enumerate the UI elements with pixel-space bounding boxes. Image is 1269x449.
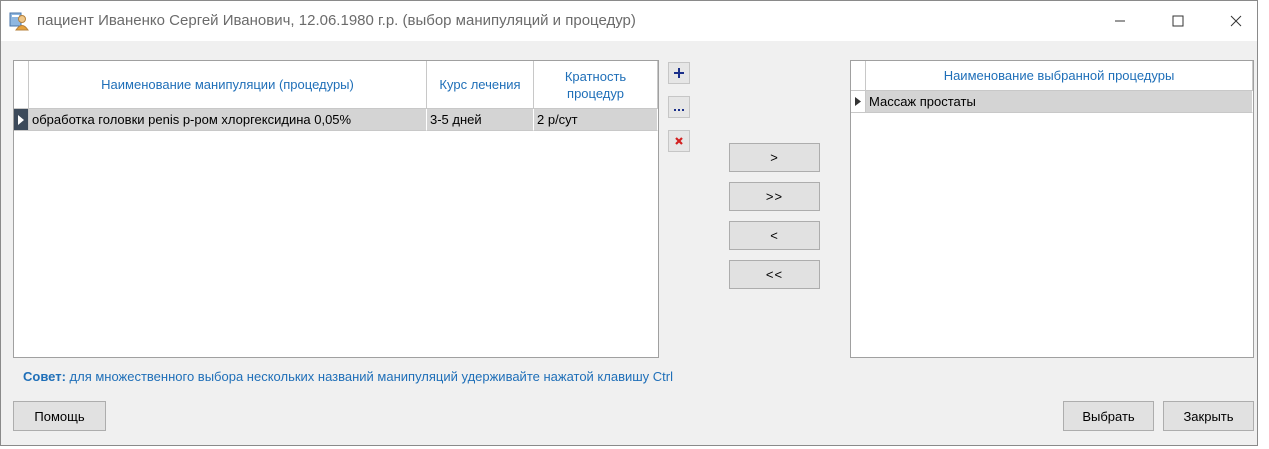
column-header-course[interactable]: Курс лечения [427,61,534,109]
hint-text: Совет: для множественного выбора несколь… [23,369,673,384]
hint-label: Совет: [23,369,66,384]
add-all-button[interactable]: >> [729,182,820,211]
column-header-frequency[interactable]: Кратность процедур [534,61,658,109]
manipulations-grid[interactable]: Наименование манипуляции (процедуры) Кур… [13,60,659,358]
cell-selected-name[interactable]: Массаж простаты [866,91,1253,113]
background-strip [1259,0,1269,449]
close-button[interactable]: Закрыть [1163,401,1254,431]
cell-course[interactable]: 3-5 дней [427,109,534,131]
column-header-name[interactable]: Наименование манипуляции (процедуры) [29,61,427,109]
help-button[interactable]: Помощь [13,401,106,431]
doctor-user-icon [9,11,29,31]
add-manipulation-button[interactable] [668,62,690,84]
delete-manipulation-button[interactable] [668,130,690,152]
header-row-indicator [14,61,29,109]
plus-icon [674,66,684,81]
row-selector-arrow-icon[interactable] [851,91,866,113]
maximize-button[interactable] [1155,1,1201,41]
add-one-button[interactable]: > [729,143,820,172]
cell-name[interactable]: обработка головки penis р-ром хлоргексид… [29,109,427,131]
hint-body: для множественного выбора нескольких наз… [65,369,674,384]
column-header-selected-name[interactable]: Наименование выбранной процедуры [866,61,1253,91]
minimize-button[interactable] [1097,1,1143,41]
title-bar[interactable]: пациент Иваненко Сергей Иванович, 12.06.… [1,1,1257,41]
red-x-icon [674,134,684,149]
grid-header: Наименование манипуляции (процедуры) Кур… [14,61,658,109]
selected-procedures-grid[interactable]: Наименование выбранной процедуры Массаж … [850,60,1254,358]
select-button[interactable]: Выбрать [1063,401,1154,431]
header-row-indicator [851,61,866,91]
remove-all-button[interactable]: << [729,260,820,289]
remove-one-button[interactable]: < [729,221,820,250]
row-selector-arrow-icon[interactable] [14,109,29,131]
table-row[interactable]: Массаж простаты [851,91,1253,113]
table-row[interactable]: обработка головки penis р-ром хлоргексид… [14,109,658,131]
close-window-button[interactable] [1213,1,1259,41]
dialog-window: пациент Иваненко Сергей Иванович, 12.06.… [0,0,1258,446]
window-title: пациент Иваненко Сергей Иванович, 12.06.… [37,12,636,29]
ellipsis-icon [674,100,684,115]
grid-header: Наименование выбранной процедуры [851,61,1253,91]
edit-manipulation-button[interactable] [668,96,690,118]
cell-frequency[interactable]: 2 р/сут [534,109,658,131]
